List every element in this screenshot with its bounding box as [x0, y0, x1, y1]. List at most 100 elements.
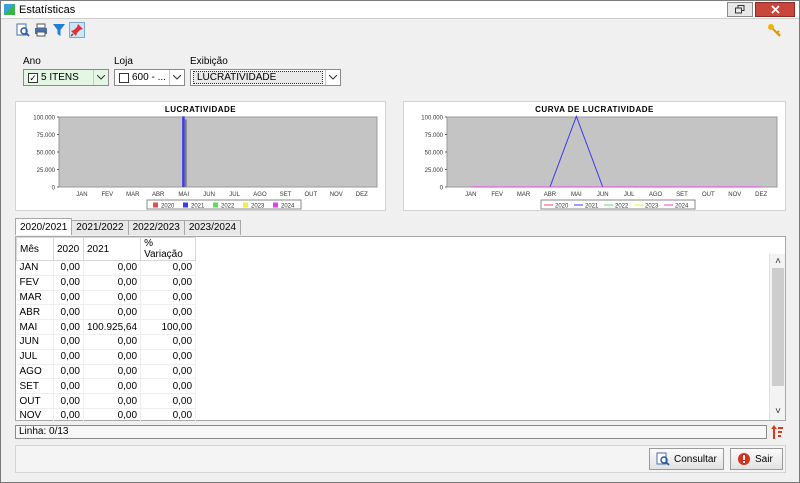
pin-button[interactable]: [69, 22, 85, 38]
cell-mes: ABR: [16, 304, 54, 321]
header-mes[interactable]: Mês: [16, 237, 54, 261]
tab-2021-2022[interactable]: 2021/2022: [71, 220, 129, 235]
row-status: Linha: 0/13: [15, 425, 767, 439]
exit-icon: [738, 453, 750, 465]
x-tick-label: ABR: [544, 192, 557, 198]
table-row[interactable]: ABR 0,00 0,00 0,00: [16, 304, 197, 321]
loja-checkbox[interactable]: [119, 72, 129, 83]
pin-icon: [70, 24, 83, 37]
year-tabs: 2020/2021 2021/2022 2022/2023 2023/2024: [15, 218, 242, 235]
x-tick-label: JAN: [465, 192, 476, 198]
table-row[interactable]: JUL 0,00 0,00 0,00: [16, 349, 197, 365]
cell-2021: 100.925,64: [83, 319, 142, 335]
y-tick-label: 100.000: [33, 116, 55, 122]
header-2021[interactable]: 2021: [82, 237, 142, 261]
window-controls: [727, 2, 795, 17]
table-row[interactable]: JUN 0,00 0,00 0,00: [16, 334, 197, 350]
sort-icon[interactable]: [770, 424, 784, 440]
sair-button[interactable]: Sair: [730, 448, 783, 470]
plot-area: [446, 116, 778, 188]
x-tick-label: SET: [676, 192, 688, 198]
lucratividade-chart: LUCRATIVIDADE 0 25.000 50.000 75.000 100.000…: [15, 101, 386, 211]
header-2020[interactable]: 2020: [53, 237, 84, 261]
y-tick-label: 100.000: [421, 116, 443, 122]
tab-2022-2023[interactable]: 2022/2023: [127, 220, 185, 235]
legend-label: 2021: [585, 204, 599, 210]
exibicao-select[interactable]: LUCRATIVIDADE: [190, 69, 341, 86]
x-tick-label: NOV: [728, 192, 741, 198]
legend-swatch: [273, 202, 278, 208]
x-tick-label: FEV: [102, 192, 114, 198]
filter-button[interactable]: [51, 22, 67, 38]
ano-select[interactable]: ✓ 5 ITENS: [23, 69, 109, 86]
title-bar: Estatísticas: [1, 1, 799, 19]
search-document-icon: [656, 452, 670, 466]
scroll-thumb[interactable]: [772, 268, 784, 386]
legend-label: 2020: [161, 204, 175, 210]
table-header-row: Mês 2020 2021 % Variação: [16, 237, 197, 261]
restore-icon: [735, 5, 745, 14]
table-row[interactable]: AGO 0,00 0,00 0,00: [16, 364, 197, 380]
tab-2020-2021[interactable]: 2020/2021: [15, 218, 73, 235]
table-row[interactable]: SET 0,00 0,00 0,00: [16, 378, 197, 395]
cell-mes: AGO: [16, 364, 54, 380]
vertical-scrollbar[interactable]: ˄ ˅: [769, 254, 785, 420]
chevron-down-icon[interactable]: [93, 70, 108, 85]
cell-variacao: 100,00: [140, 319, 197, 335]
legend-swatch: [183, 202, 188, 208]
x-tick-label: JUN: [597, 192, 609, 198]
search-document-icon: [16, 23, 30, 37]
y-tick-label: 50.000: [37, 151, 56, 157]
consultar-button[interactable]: Consultar: [649, 448, 724, 470]
cell-2020: 0,00: [53, 304, 84, 321]
close-icon: [770, 5, 780, 14]
header-variacao[interactable]: % Variação: [140, 237, 197, 261]
app-icon: [4, 4, 15, 15]
search-document-button[interactable]: [15, 22, 31, 38]
y-tick-label: 75.000: [37, 133, 56, 139]
legend-swatch: [213, 202, 218, 208]
restore-button[interactable]: [727, 2, 753, 17]
table-row[interactable]: OUT 0,00 0,00 0,00: [16, 393, 197, 409]
legend-label: 2024: [675, 204, 689, 210]
exibicao-value: LUCRATIVIDADE: [193, 71, 323, 84]
table-row[interactable]: NOV 0,00 0,00 0,00: [16, 408, 197, 424]
scroll-down-icon[interactable]: ˅: [770, 404, 786, 420]
cell-mes: NOV: [16, 408, 54, 424]
cell-2020: 0,00: [53, 290, 84, 306]
ano-value: 5 ITENS: [41, 72, 79, 83]
cell-2020: 0,00: [53, 349, 84, 365]
legend-label: 2020: [555, 204, 569, 210]
x-tick-label: MAI: [571, 192, 582, 198]
cell-variacao: 0,00: [140, 364, 197, 380]
x-tick-label: MAR: [517, 192, 531, 198]
key-icon[interactable]: [767, 23, 781, 37]
table-row[interactable]: FEV 0,00 0,00 0,00: [16, 275, 197, 291]
data-table: Mês 2020 2021 % Variação JAN 0,00 0,00 0,00…: [16, 237, 197, 424]
curva-lucratividade-chart: CURVA DE LUCRATIVIDADE 0 25.000 50.000 75.0…: [403, 101, 786, 211]
table-row[interactable]: MAR 0,00 0,00 0,00: [16, 290, 197, 306]
table-row[interactable]: MAI 0,00 100.925,64 100,00: [16, 319, 197, 335]
legend-swatch: [153, 202, 158, 208]
cell-2020: 0,00: [53, 378, 84, 395]
close-button[interactable]: [755, 2, 795, 17]
chevron-down-icon[interactable]: [325, 70, 340, 85]
cell-mes: JUN: [16, 334, 54, 350]
bar-2021: [182, 116, 185, 187]
y-tick-label: 75.000: [425, 133, 444, 139]
cell-2020: 0,00: [53, 275, 84, 291]
cell-variacao: 0,00: [140, 304, 197, 321]
table-row[interactable]: JAN 0,00 0,00 0,00: [16, 260, 197, 276]
loja-value: 600 - ...: [132, 72, 166, 83]
x-tick-label: AGO: [253, 192, 267, 198]
cell-2021: 0,00: [83, 408, 142, 424]
chevron-down-icon[interactable]: [169, 70, 184, 85]
x-tick-label: JUL: [624, 192, 635, 198]
legend-label: 2022: [615, 204, 629, 210]
print-button[interactable]: [33, 22, 49, 38]
window-title: Estatísticas: [19, 3, 76, 16]
ano-checkbox[interactable]: ✓: [28, 72, 38, 83]
x-tick-label: DEZ: [356, 192, 368, 198]
loja-select[interactable]: 600 - ...: [114, 69, 185, 86]
tab-2023-2024[interactable]: 2023/2024: [183, 220, 242, 235]
